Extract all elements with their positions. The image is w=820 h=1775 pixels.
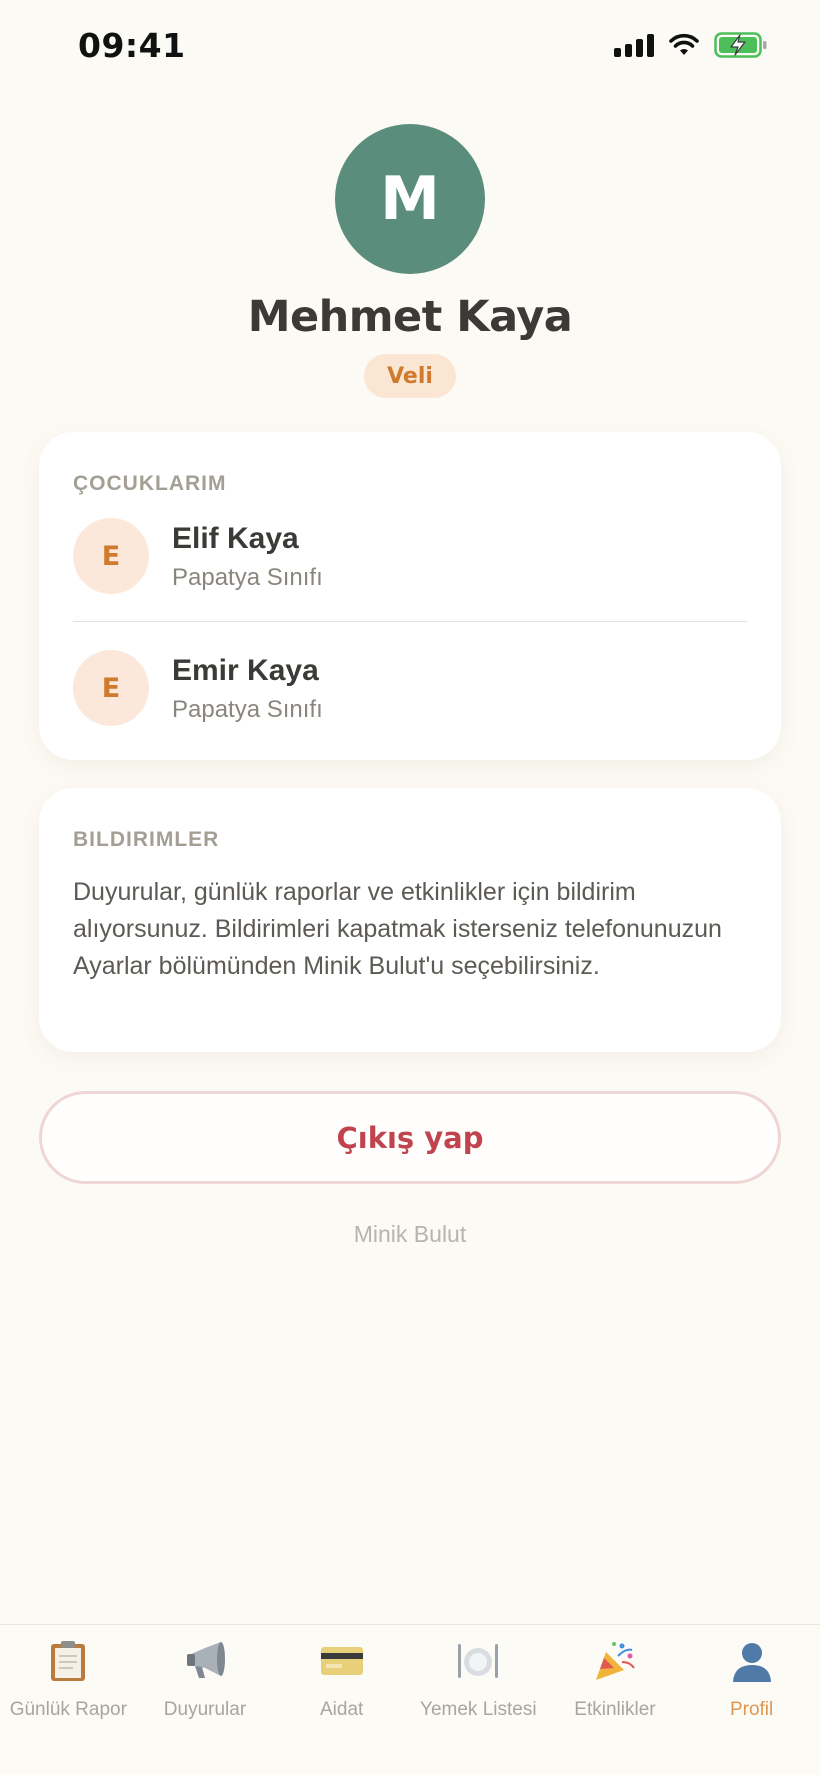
tab-aidat[interactable]: Aidat xyxy=(273,1625,410,1775)
megaphone-icon xyxy=(182,1638,228,1684)
tab-etkinlikler[interactable]: Etkinlikler xyxy=(547,1625,684,1775)
tab-profil[interactable]: Profil xyxy=(683,1625,820,1775)
person-icon xyxy=(729,1638,775,1684)
child-row[interactable]: E Emir Kaya Papatya Sınıfı xyxy=(73,650,747,730)
role-badge: Veli xyxy=(364,354,456,398)
children-heading: ÇOCUKLARIM xyxy=(73,472,227,495)
child-row[interactable]: E Elif Kaya Papatya Sınıfı xyxy=(73,518,747,598)
cellular-signal-icon xyxy=(614,33,654,57)
tab-yemek-listesi[interactable]: Yemek Listesi xyxy=(410,1625,547,1775)
tab-label: Günlük Rapor xyxy=(9,1699,127,1720)
tab-duyurular[interactable]: Duyurular xyxy=(137,1625,274,1775)
notifications-card: BILDIRIMLER Duyurular, günlük raporlar v… xyxy=(39,788,781,1052)
child-name: Emir Kaya xyxy=(172,654,319,687)
plate-icon xyxy=(455,1638,501,1684)
child-class: Papatya Sınıfı xyxy=(172,696,323,723)
credit-card-icon xyxy=(319,1638,365,1684)
tab-label: Etkinlikler xyxy=(574,1699,656,1720)
profile-name: Mehmet Kaya xyxy=(247,292,573,342)
notifications-heading: BILDIRIMLER xyxy=(73,828,220,851)
tab-label: Aidat xyxy=(319,1699,364,1720)
tab-bar: Günlük Rapor Duyurular Aidat Yemek Liste… xyxy=(0,1624,820,1775)
clipboard-icon xyxy=(45,1638,91,1684)
child-class: Papatya Sınıfı xyxy=(172,564,323,591)
status-bar: 09:41 xyxy=(0,0,820,96)
child-name: Elif Kaya xyxy=(172,522,299,555)
divider xyxy=(73,621,747,622)
wifi-icon xyxy=(669,33,699,55)
children-card: ÇOCUKLARIM E Elif Kaya Papatya Sınıfı E … xyxy=(39,432,781,760)
status-icons xyxy=(614,32,768,58)
profile-avatar: M xyxy=(335,124,485,274)
party-popper-icon xyxy=(592,1638,638,1684)
child-avatar: E xyxy=(73,650,149,726)
tab-label: Duyurular xyxy=(163,1699,247,1720)
logout-button[interactable]: Çıkış yap xyxy=(39,1091,781,1184)
child-avatar: E xyxy=(73,518,149,594)
tab-label: Yemek Listesi xyxy=(420,1699,537,1720)
battery-charging-icon xyxy=(714,32,767,58)
app-name-footer: Minik Bulut xyxy=(353,1221,467,1247)
tab-label: Profil xyxy=(729,1699,774,1720)
notifications-info-text: Duyurular, günlük raporlar ve etkinlikle… xyxy=(73,878,722,980)
tab-gunluk-rapor[interactable]: Günlük Rapor xyxy=(0,1625,137,1775)
status-time: 09:41 xyxy=(78,26,186,65)
